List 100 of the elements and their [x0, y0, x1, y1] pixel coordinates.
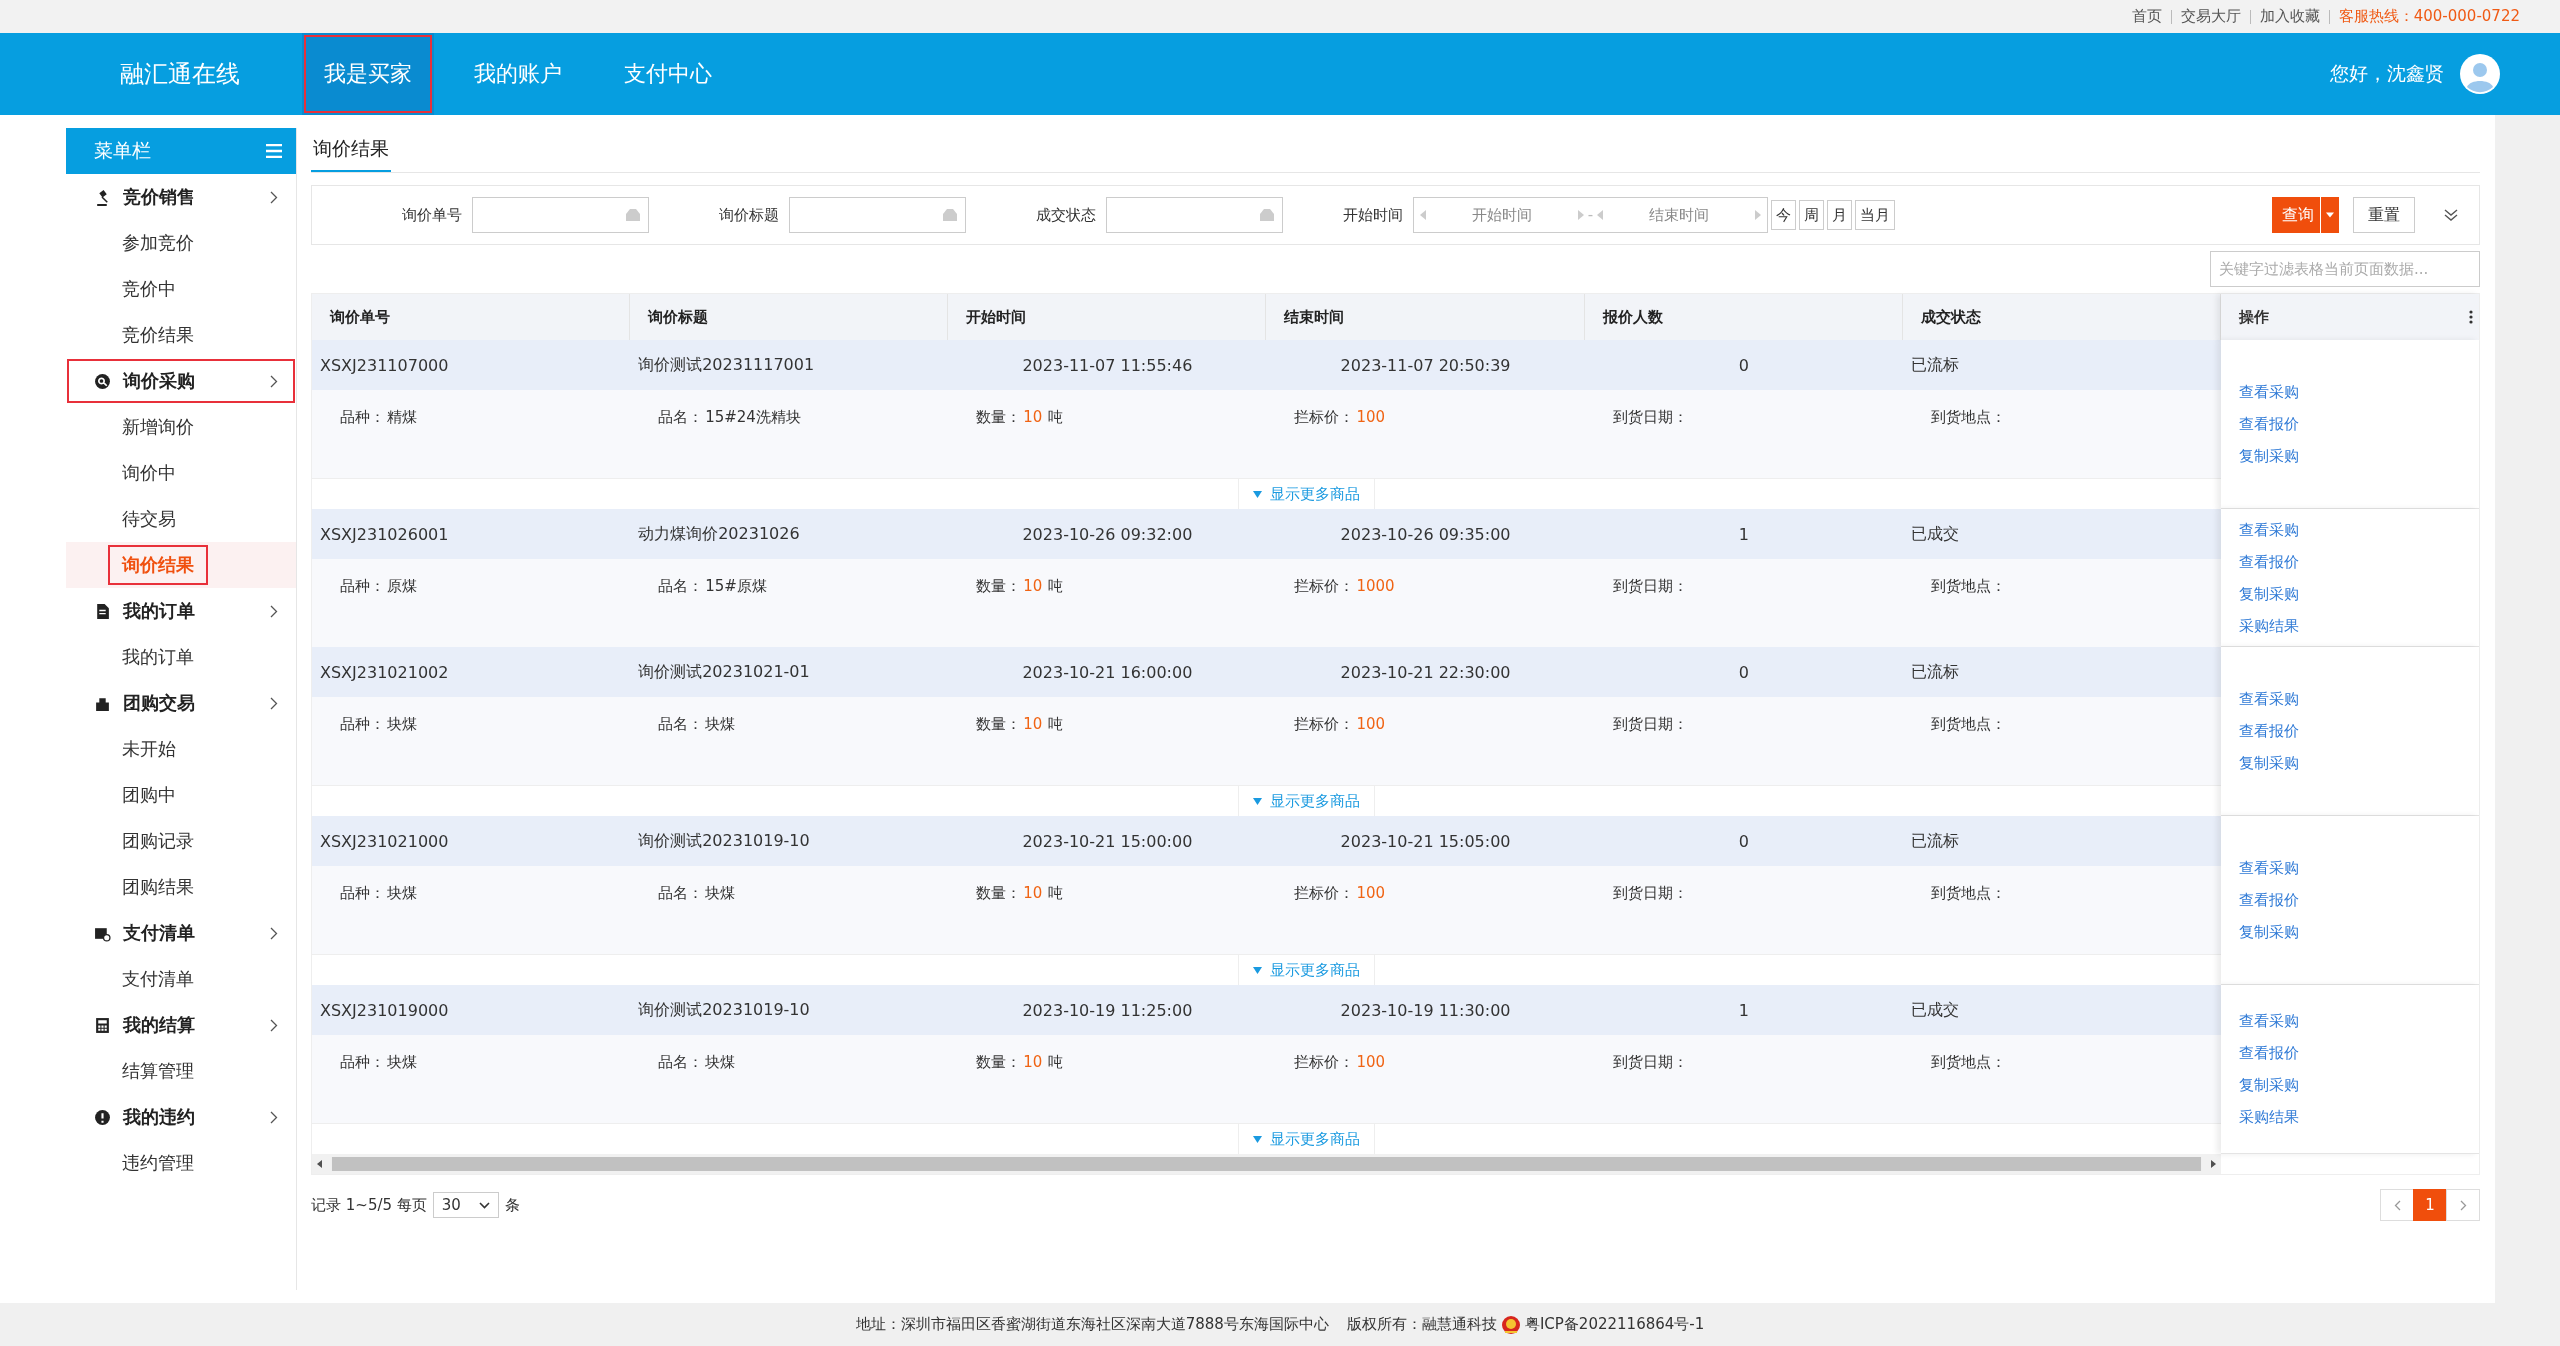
menu-item[interactable]: 结算管理 — [110, 1053, 206, 1089]
avatar-icon[interactable] — [2460, 54, 2500, 94]
menu-item[interactable]: 支付清单 — [110, 961, 206, 997]
menu-item[interactable]: 我的订单 — [110, 639, 206, 675]
quick-range-button[interactable]: 月 — [1827, 200, 1852, 230]
clear-icon[interactable] — [943, 209, 957, 221]
menu-item[interactable]: 待交易 — [110, 501, 188, 537]
menu-group[interactable]: 我的订单 — [66, 588, 296, 634]
menu-item[interactable]: 新增询价 — [110, 409, 206, 445]
icp-link[interactable]: 粤ICP备2022116864号-1 — [1524, 1315, 1705, 1334]
next-page-button[interactable] — [2446, 1189, 2480, 1221]
chevron-down-icon[interactable] — [478, 1201, 490, 1209]
action-link[interactable]: 查看报价 — [2239, 1037, 2479, 1069]
reset-button[interactable]: 重置 — [2353, 197, 2415, 233]
page-size-select[interactable]: 30 — [432, 1192, 499, 1218]
action-link[interactable]: 查看报价 — [2239, 408, 2479, 440]
action-link[interactable]: 查看采购 — [2239, 513, 2479, 546]
expand-icon[interactable] — [2443, 208, 2459, 222]
menu-item[interactable]: 竞价结果 — [110, 317, 206, 353]
detail-label: 到货地点： — [1930, 577, 2006, 596]
menu-item[interactable]: 未开始 — [110, 731, 188, 767]
caret-down-icon[interactable] — [1253, 490, 1262, 498]
menu-group[interactable]: 支付清单 — [66, 910, 296, 956]
top-link[interactable]: 交易大厅 — [2171, 7, 2250, 26]
page-button[interactable]: 1 — [2413, 1189, 2447, 1221]
action-link[interactable]: 复制采购 — [2239, 577, 2479, 610]
caret-down-icon[interactable] — [1253, 966, 1262, 974]
filter-input[interactable] — [472, 197, 649, 233]
previous-page-button[interactable] — [2380, 1189, 2414, 1221]
more-icon[interactable] — [2469, 310, 2473, 324]
menu-group[interactable]: 我的结算 — [66, 1002, 296, 1048]
caret-down-icon[interactable] — [1253, 1135, 1262, 1143]
caret-down-icon[interactable] — [1253, 797, 1262, 805]
quick-range-button[interactable]: 当月 — [1855, 200, 1895, 230]
detail-value: 15#24洗精块 — [705, 408, 801, 427]
menu-group[interactable]: 我的违约 — [66, 1094, 296, 1140]
caret-left-icon[interactable] — [1420, 210, 1426, 220]
menu-item[interactable]: 违约管理 — [110, 1145, 206, 1181]
filter-label: 询价标题 — [718, 205, 779, 225]
date-range-field[interactable]: 开始时间 - 结束时间 — [1413, 197, 1768, 233]
emblem-icon — [1500, 1314, 1521, 1335]
detail-label: 品种： — [340, 715, 385, 734]
table-cell-text: 2023-10-26 09:35:00 — [1339, 524, 1512, 544]
caret-right-icon[interactable] — [1577, 210, 1584, 220]
clear-icon[interactable] — [1260, 209, 1274, 221]
menu-item[interactable]: 团购结果 — [110, 869, 206, 905]
menu-group[interactable]: 竞价销售 — [66, 174, 296, 220]
action-link[interactable]: 查看报价 — [2239, 545, 2479, 578]
record-row[interactable]: XSXJ231019000 询价测试20231019-10 2023-10-19 11:25:00 2023-10-19 11:30:00 1 已成交 — [312, 985, 2221, 1035]
chevron-icon — [270, 1110, 278, 1124]
action-link[interactable]: 查看采购 — [2239, 852, 2479, 884]
query-button[interactable]: 查询 — [2272, 197, 2339, 233]
menu-item[interactable]: 团购中 — [110, 777, 188, 813]
action-link[interactable]: 复制采购 — [2239, 440, 2479, 472]
detail-value: 块煤 — [387, 715, 417, 734]
filter-input[interactable] — [789, 197, 966, 233]
detail-value: 100 — [1356, 408, 1386, 427]
action-link[interactable]: 采购结果 — [2239, 1101, 2479, 1133]
detail-label: 品种： — [340, 577, 385, 596]
quick-range-button[interactable]: 周 — [1799, 200, 1824, 230]
action-link[interactable]: 查看采购 — [2239, 683, 2479, 715]
top-link[interactable]: 加入收藏 — [2250, 7, 2329, 26]
record-row[interactable]: XSXJ231021000 询价测试20231019-10 2023-10-21 15:00:00 2023-10-21 15:05:00 0 已流标 — [312, 816, 2221, 866]
filter-input[interactable] — [1106, 197, 1283, 233]
action-link[interactable]: 采购结果 — [2239, 609, 2479, 642]
chevron-icon — [270, 374, 278, 388]
detail-value: 10 — [1023, 1053, 1043, 1072]
menu-icon[interactable] — [266, 144, 282, 158]
action-link[interactable]: 查看报价 — [2239, 715, 2479, 747]
menu-item[interactable]: 参加竞价 — [110, 225, 206, 261]
menu-group[interactable]: 团购交易 — [66, 680, 296, 726]
brand-name: 融汇通在线 — [120, 59, 240, 90]
table-cell-text: 2023-10-21 15:00:00 — [1021, 831, 1194, 851]
clear-icon[interactable] — [626, 209, 640, 221]
chevron-right-icon[interactable] — [2459, 1199, 2467, 1211]
menu-item[interactable]: 团购记录 — [110, 823, 206, 859]
caret-right-icon[interactable] — [1755, 210, 1761, 220]
action-link[interactable]: 查看采购 — [2239, 376, 2479, 408]
table-cell-text: 动力煤询价20231026 — [637, 523, 801, 545]
record-row[interactable]: XSXJ231021002 询价测试20231021-01 2023-10-21 16:00:00 2023-10-21 22:30:00 0 已流标 — [312, 647, 2221, 697]
action-link[interactable]: 复制采购 — [2239, 1069, 2479, 1101]
detail-value: 10 — [1023, 577, 1043, 596]
menu-item[interactable]: 询价中 — [110, 455, 188, 491]
action-link[interactable]: 复制采购 — [2239, 747, 2479, 779]
page-tab[interactable]: 询价结果 — [311, 136, 391, 172]
record-row[interactable]: XSXJ231026001 动力煤询价20231026 2023-10-26 09:32:00 2023-10-26 09:35:00 1 已成交 — [312, 509, 2221, 559]
action-link[interactable]: 复制采购 — [2239, 916, 2479, 948]
chevron-left-icon[interactable] — [2393, 1199, 2401, 1211]
action-link[interactable]: 查看采购 — [2239, 1005, 2479, 1037]
menu-group[interactable]: 询价采购 — [66, 358, 296, 404]
top-link[interactable]: 首页 — [2122, 7, 2171, 26]
caret-left-icon[interactable] — [1597, 210, 1604, 220]
quick-range-button[interactable]: 今 — [1771, 200, 1796, 230]
menu-item[interactable]: 竞价中 — [110, 271, 188, 307]
detail-value: 精煤 — [387, 408, 417, 427]
table-search-field[interactable]: 关键字过滤表格当前页面数据... — [2210, 251, 2480, 287]
horizontal-scrollbar[interactable] — [312, 1154, 2221, 1174]
nav-tab[interactable]: 我是买家 — [302, 33, 434, 115]
action-link[interactable]: 查看报价 — [2239, 884, 2479, 916]
record-row[interactable]: XSXJ231107000 询价测试20231117001 2023-11-07 11:55:46 2023-11-07 20:50:39 0 已流标 — [312, 340, 2221, 390]
